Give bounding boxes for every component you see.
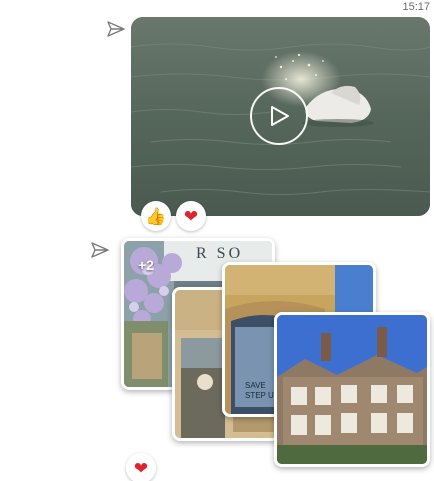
heart-icon: ❤ <box>133 458 149 478</box>
photo-sign-text: SAVE <box>245 381 266 390</box>
sent-icon <box>106 20 126 38</box>
heart-icon: ❤ <box>183 206 199 226</box>
thumbs-up-reaction[interactable]: 👍 <box>141 201 171 231</box>
video-message[interactable] <box>131 17 430 216</box>
photo-sign-text: R SO <box>196 245 244 262</box>
play-button[interactable] <box>250 87 308 145</box>
thumbs-up-icon: 👍 <box>145 206 167 226</box>
play-icon <box>271 106 289 126</box>
more-photos-count: +2 <box>138 257 154 273</box>
heart-reaction[interactable]: ❤ <box>126 453 156 481</box>
message-timestamp: 15:17 <box>402 1 430 13</box>
sent-icon <box>90 241 110 259</box>
chat-thread: 15:17 👍 ❤ R SO +2 SAVE STEP UP ❤ <box>0 0 434 481</box>
album-photo[interactable] <box>274 312 430 467</box>
heart-reaction[interactable]: ❤ <box>176 201 206 231</box>
